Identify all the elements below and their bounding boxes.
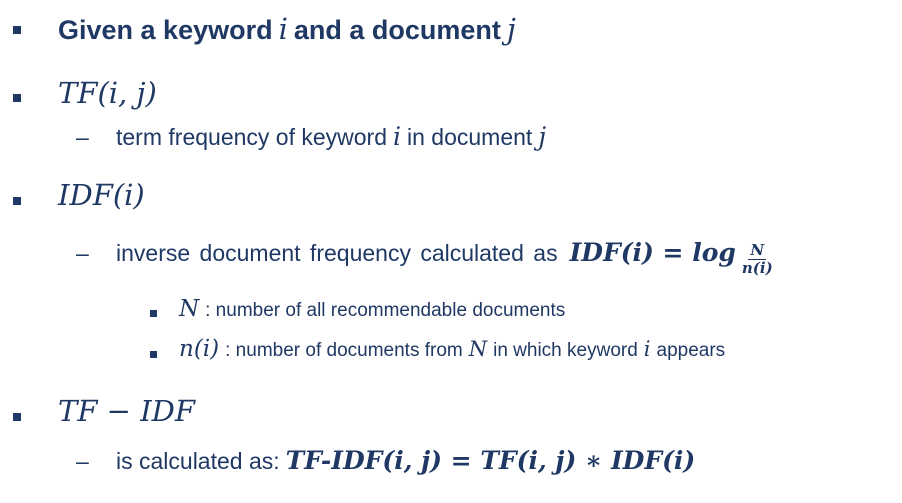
idf-desc-line: – inverse document frequency calculated … bbox=[76, 238, 775, 283]
tf-term-line: TF(i, j) bbox=[58, 76, 157, 110]
sub-n-line: N : number of all recommendable document… bbox=[179, 296, 565, 322]
sub-ni-line: n(i) : number of documents from N in whi… bbox=[179, 336, 725, 362]
idf-formula-lhs: IDF(i) = log bbox=[569, 238, 736, 267]
idf-desc: inverse document frequency calculated as bbox=[116, 240, 558, 266]
bullet-sub-n bbox=[150, 310, 157, 317]
tfidf-desc: is calculated as: bbox=[116, 448, 280, 474]
sub-ni-desc-a: : number of documents from bbox=[225, 340, 463, 361]
sub-ni-desc-c: appears bbox=[656, 340, 726, 361]
dash-tf: – bbox=[76, 124, 89, 150]
bullet-idf bbox=[13, 197, 21, 205]
sub-ni-var-i: i bbox=[643, 337, 651, 361]
tfidf-desc-line: – is calculated as: TF-IDF(i, j) = TF(i,… bbox=[76, 446, 695, 475]
bullet-tf bbox=[13, 94, 21, 102]
idf-term-line: IDF(i) bbox=[58, 178, 145, 212]
bullet-tfidf bbox=[13, 413, 21, 421]
tfidf-formula: TF-IDF(i, j) = TF(i, j) ∗ IDF(i) bbox=[285, 446, 696, 475]
sub-ni-var: n(i) bbox=[179, 336, 220, 362]
tfidf-term: TF − IDF bbox=[58, 394, 196, 428]
idf-term: IDF(i) bbox=[58, 178, 145, 212]
tf-desc-line: – term frequency of keyword i in documen… bbox=[76, 122, 546, 151]
given-text-a: Given a keyword bbox=[58, 15, 273, 45]
bullet-given bbox=[13, 26, 21, 34]
sub-ni-var-N: N bbox=[468, 337, 488, 361]
dash-tfidf: – bbox=[76, 448, 89, 474]
tf-term: TF(i, j) bbox=[58, 76, 157, 110]
tf-var-j: j bbox=[538, 122, 547, 151]
bullet-sub-ni bbox=[150, 351, 157, 358]
tfidf-term-line: TF − IDF bbox=[58, 394, 195, 428]
tf-desc-b: in document bbox=[407, 124, 533, 150]
given-line: Given a keyword i and a document j bbox=[58, 12, 516, 46]
sub-n-desc: : number of all recommendable documents bbox=[205, 300, 566, 321]
given-var-j: j bbox=[506, 12, 516, 46]
given-text-b: and a document bbox=[293, 15, 501, 45]
idf-fraction: N n(i) bbox=[740, 242, 775, 277]
sub-n-var: N bbox=[179, 296, 200, 322]
sub-ni-desc-b: in which keyword bbox=[493, 340, 638, 361]
tf-var-i: i bbox=[393, 122, 402, 151]
idf-frac-num: N bbox=[748, 241, 767, 260]
dash-idf: – bbox=[76, 240, 89, 266]
tf-desc-a: term frequency of keyword bbox=[116, 124, 388, 150]
slide: { "items": { "given": { "text_a": "Given… bbox=[0, 0, 902, 503]
idf-frac-den: n(i) bbox=[741, 259, 773, 277]
given-var-i: i bbox=[278, 12, 288, 46]
